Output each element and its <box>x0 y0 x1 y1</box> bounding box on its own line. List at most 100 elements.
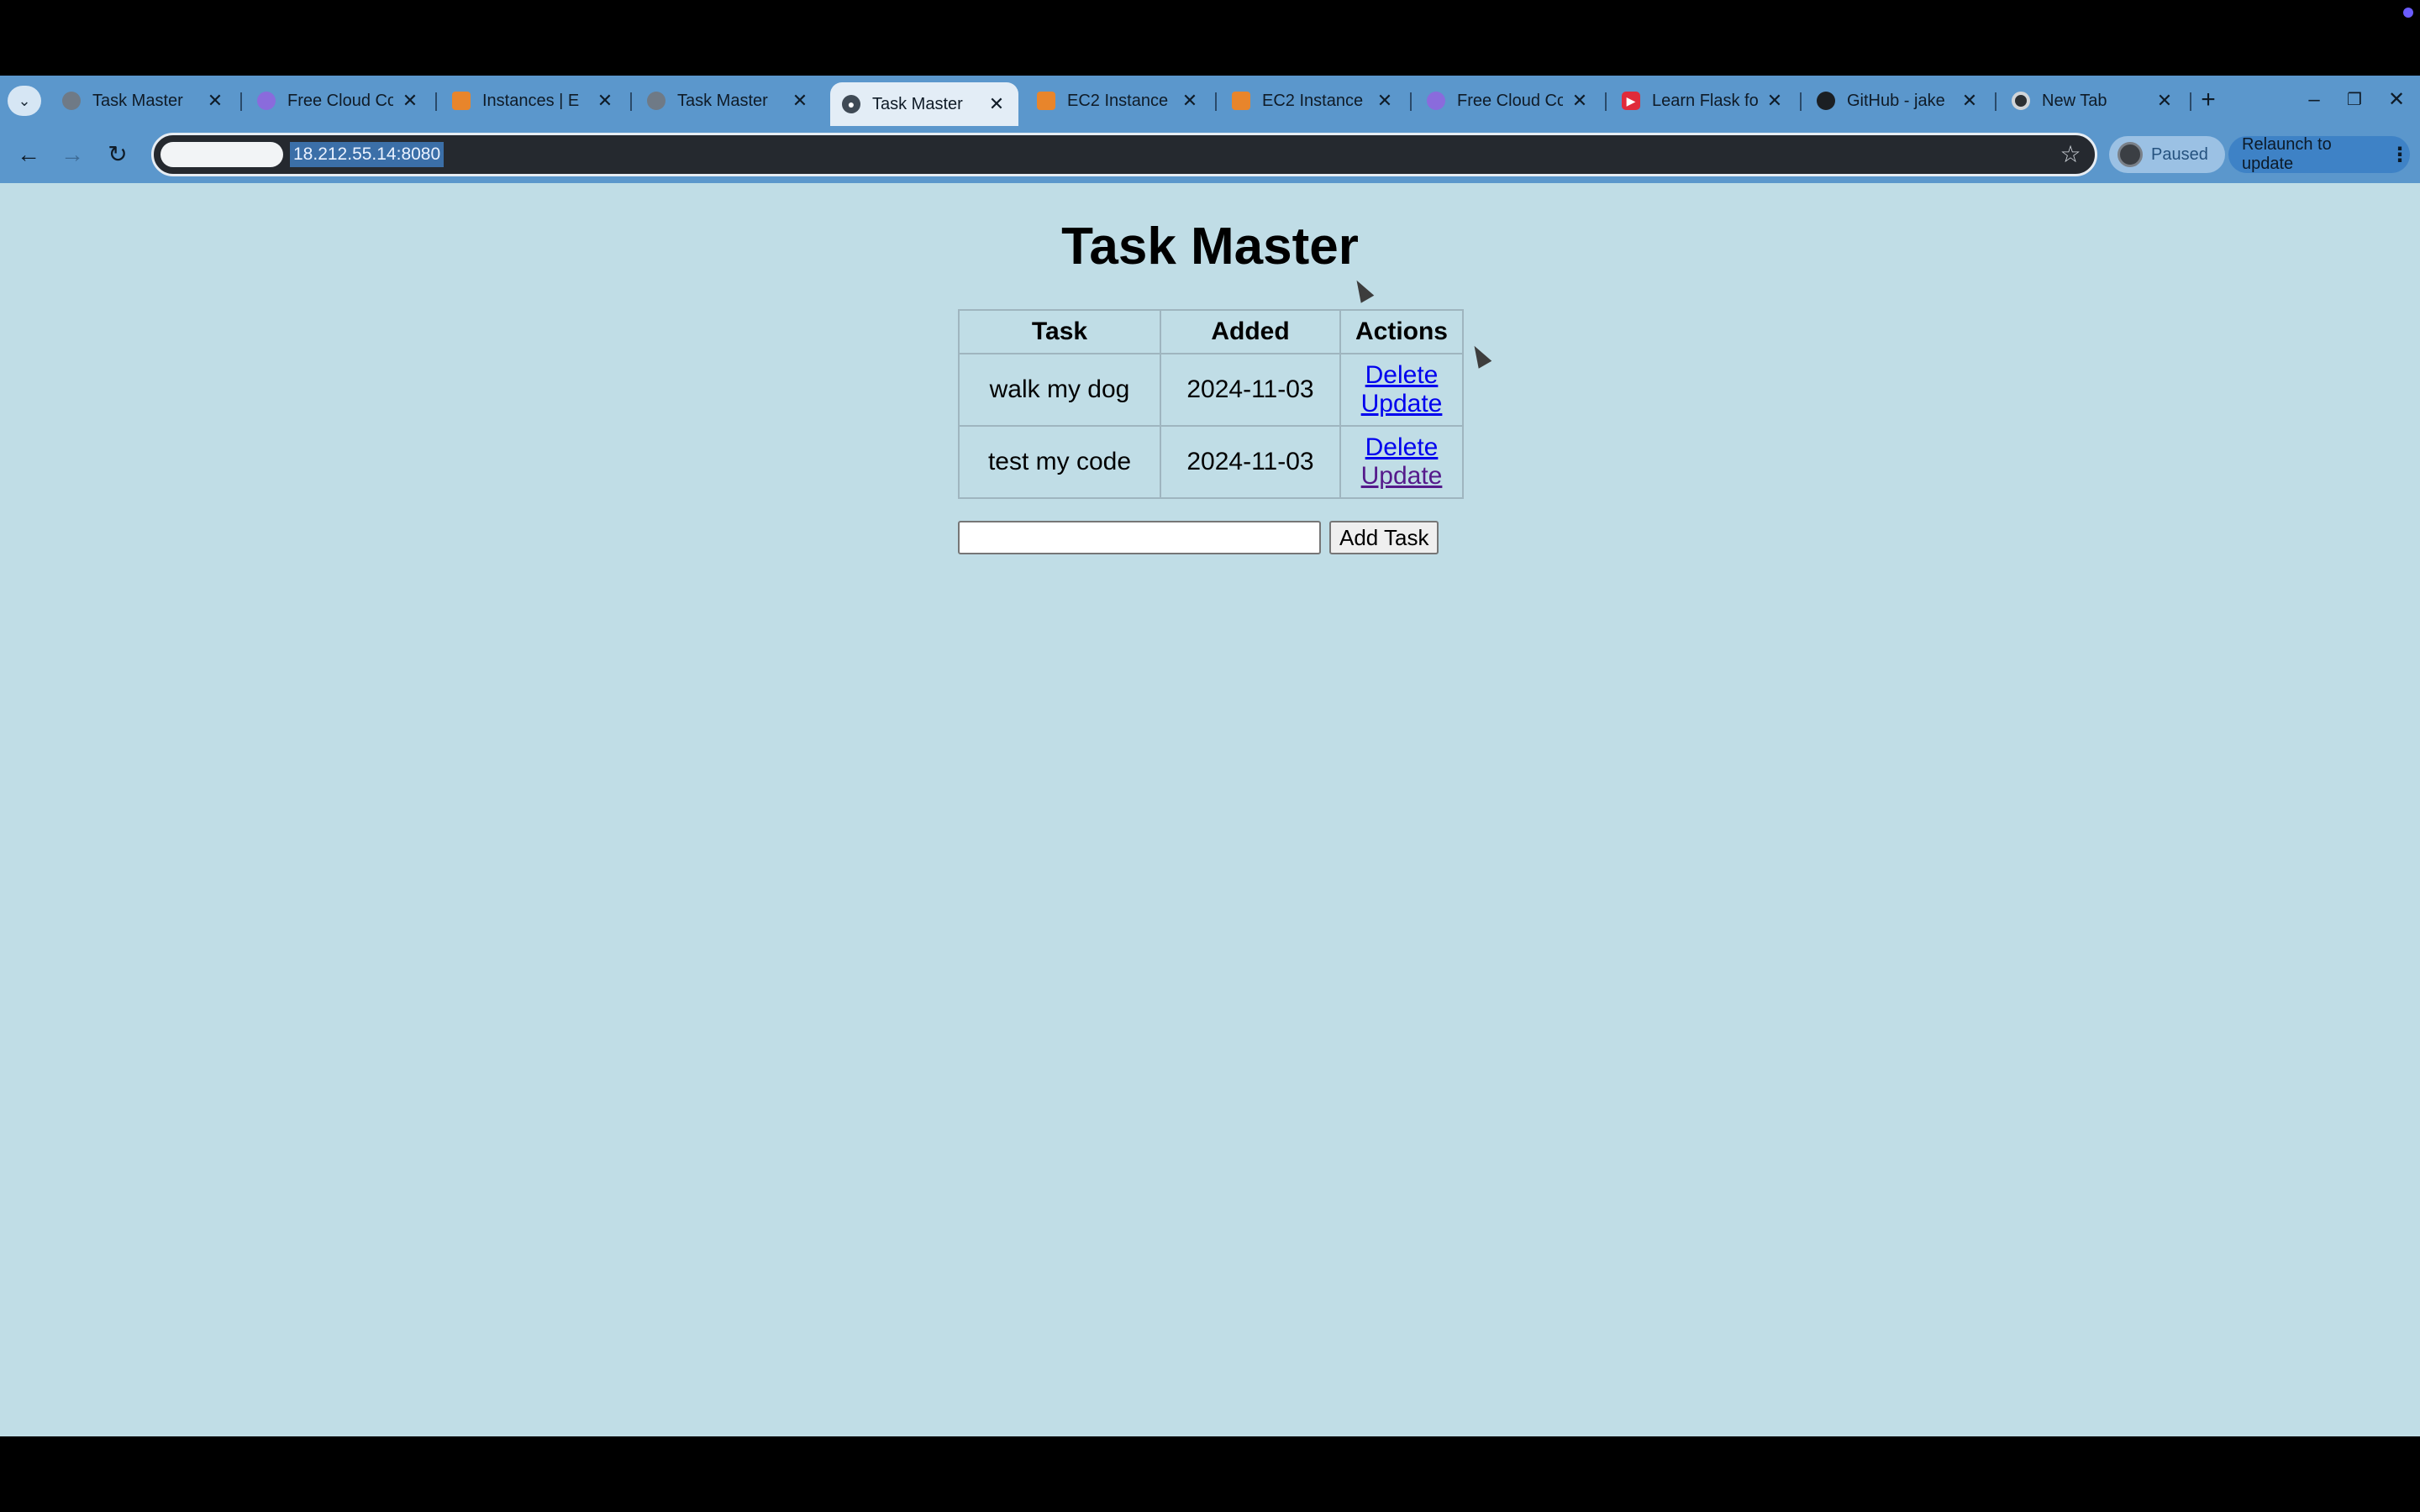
chrome-icon <box>2012 92 2030 110</box>
page-title: Task Master <box>1061 218 1359 276</box>
close-icon[interactable]: ✕ <box>1180 92 1200 110</box>
relaunch-button[interactable]: Relaunch to update ⋮ <box>2228 135 2410 173</box>
tab-active[interactable]: ● Task Master ✕ <box>830 82 1018 126</box>
task-content-input[interactable] <box>958 521 1321 554</box>
tab-separator <box>1800 92 1802 111</box>
tab-separator <box>240 92 242 111</box>
youtube-icon: ▶ <box>1622 92 1640 110</box>
screen-bottom-border <box>0 1436 2420 1512</box>
column-header-task: Task <box>958 309 1161 354</box>
close-icon[interactable]: ✕ <box>1375 92 1395 110</box>
tab[interactable]: Free Cloud Co ✕ <box>245 82 432 119</box>
close-icon: ✕ <box>2387 88 2406 111</box>
profile-status: Paused <box>2151 144 2208 164</box>
tab[interactable]: New Tab ✕ <box>2000 82 2186 119</box>
table-header-row: Task Added Actions <box>958 309 1464 354</box>
notification-dot-icon <box>2403 8 2413 18</box>
arrow-right-icon: → <box>60 141 84 167</box>
close-icon[interactable]: ✕ <box>2154 92 2175 110</box>
avatar <box>2118 142 2143 167</box>
reload-icon: ↻ <box>108 141 128 167</box>
tab-separator <box>1995 92 1996 111</box>
forward-button[interactable]: → <box>55 138 89 171</box>
table-row: walk my dog 2024-11-03 Delete Update <box>958 353 1464 427</box>
tab[interactable]: ▶ Learn Flask fo ✕ <box>1610 82 1797 119</box>
tab-title: Task Master <box>677 91 768 110</box>
tab-title: Task Master <box>92 91 183 110</box>
tab-strip: ⌄ Task Master ✕ Free Cloud Co ✕ Instance… <box>0 76 2420 126</box>
globe-icon: ● <box>842 95 860 113</box>
task-cell: test my code <box>958 425 1161 499</box>
delete-link[interactable]: Delete <box>1355 433 1449 462</box>
tab-title: GitHub - jake <box>1847 91 1945 110</box>
close-icon[interactable]: ✕ <box>1960 92 1980 110</box>
tab-separator <box>1605 92 1607 111</box>
cloud-purple-icon <box>257 92 276 110</box>
update-link[interactable]: Update <box>1355 462 1449 491</box>
minimize-icon: – <box>2308 88 2320 111</box>
column-header-added: Added <box>1160 309 1341 354</box>
github-icon <box>1817 92 1835 110</box>
address-bar[interactable]: 18.212.55.14:8080 ☆ <box>151 133 2097 176</box>
close-icon[interactable]: ✕ <box>205 92 225 110</box>
restore-button[interactable]: ❐ <box>2339 86 2370 116</box>
close-icon[interactable]: ✕ <box>1570 92 1590 110</box>
tab-title: New Tab <box>2042 91 2107 110</box>
more-vert-icon[interactable]: ⋮ <box>2390 143 2410 167</box>
tab-separator <box>1215 92 1217 111</box>
tab-separator <box>435 92 437 111</box>
arrow-left-icon: ← <box>17 141 40 167</box>
back-button[interactable]: ← <box>12 138 45 171</box>
tab-title: Free Cloud Co <box>287 91 393 110</box>
page-viewport: Task Master Task Added Actions walk my d… <box>0 183 2420 1436</box>
added-cell: 2024-11-03 <box>1160 353 1341 427</box>
tab-title: EC2 Instance <box>1262 91 1364 110</box>
close-icon[interactable]: ✕ <box>1765 92 1785 110</box>
close-icon[interactable]: ✕ <box>400 92 420 110</box>
tab-separator <box>1410 92 1412 111</box>
actions-cell: Delete Update <box>1339 353 1464 427</box>
site-info-chip[interactable] <box>160 142 283 167</box>
add-task-form: Add Task <box>958 521 1439 554</box>
update-link[interactable]: Update <box>1355 390 1449 418</box>
mouse-cursor-icon <box>1349 276 1375 303</box>
restore-icon: ❐ <box>2347 91 2362 109</box>
column-header-actions: Actions <box>1339 309 1464 354</box>
tab-separator <box>2190 92 2191 111</box>
close-window-button[interactable]: ✕ <box>2381 86 2412 116</box>
add-task-button[interactable]: Add Task <box>1329 521 1439 554</box>
reload-button[interactable]: ↻ <box>101 138 134 171</box>
tab[interactable]: Free Cloud Co ✕ <box>1415 82 1602 119</box>
relaunch-label: Relaunch to update <box>2242 135 2332 173</box>
tab-title: Learn Flask fo <box>1652 91 1758 110</box>
tab[interactable]: GitHub - jake ✕ <box>1805 82 1991 119</box>
actions-cell: Delete Update <box>1339 425 1464 499</box>
table-row: test my code 2024-11-03 Delete Update <box>958 425 1464 499</box>
close-icon[interactable]: ✕ <box>595 92 615 110</box>
tab-title: Free Cloud Co <box>1457 91 1563 110</box>
tab[interactable]: EC2 Instance ✕ <box>1025 82 1212 119</box>
cloud-purple-icon <box>1427 92 1445 110</box>
close-icon[interactable]: ✕ <box>986 95 1007 113</box>
screen-top-border <box>0 0 2420 76</box>
close-icon[interactable]: ✕ <box>790 92 810 110</box>
tab[interactable]: Instances | E ✕ <box>440 82 627 119</box>
tab-search-button[interactable]: ⌄ <box>8 86 41 116</box>
tab-title: Task Master <box>872 94 963 113</box>
plus-icon: + <box>2201 86 2216 113</box>
new-tab-button[interactable]: + <box>2193 86 2223 116</box>
profile-button[interactable]: Paused <box>2109 136 2225 173</box>
delete-link[interactable]: Delete <box>1355 361 1449 390</box>
minimize-button[interactable]: – <box>2299 86 2329 116</box>
globe-grey-icon <box>62 92 81 110</box>
tab[interactable]: EC2 Instance ✕ <box>1220 82 1407 119</box>
added-cell: 2024-11-03 <box>1160 425 1341 499</box>
chevron-down-icon: ⌄ <box>18 92 31 109</box>
task-cell: walk my dog <box>958 353 1161 427</box>
url-text[interactable]: 18.212.55.14:8080 <box>290 142 445 167</box>
mouse-cursor-icon <box>1467 342 1492 369</box>
tab-separator <box>630 92 632 111</box>
tab[interactable]: Task Master ✕ <box>50 82 237 119</box>
bookmark-star-icon[interactable]: ☆ <box>2058 142 2083 167</box>
tab[interactable]: Task Master ✕ <box>635 82 822 119</box>
